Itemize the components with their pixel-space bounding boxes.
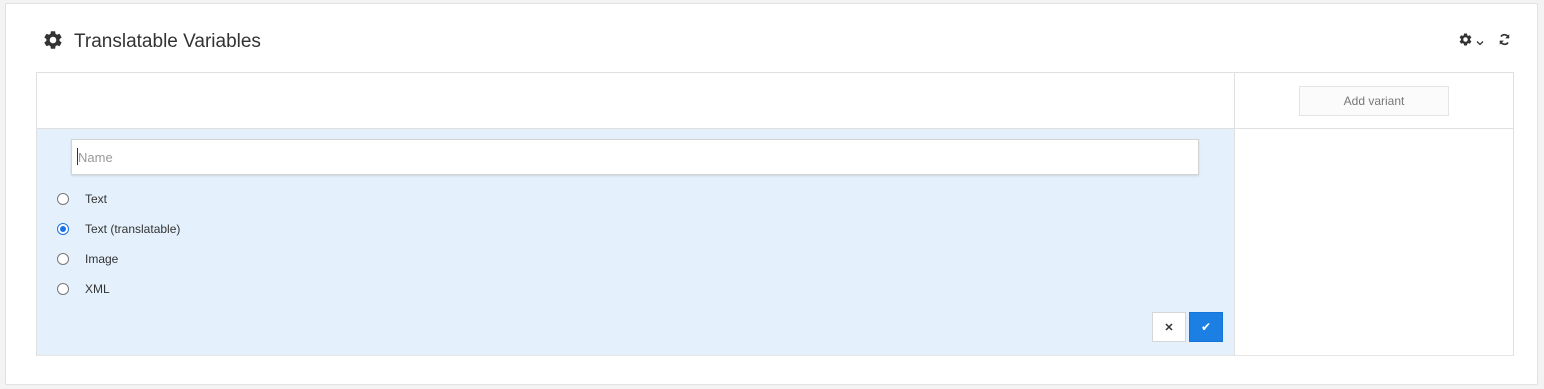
radio-option-text[interactable]: Text [57,189,107,209]
confirm-button[interactable]: ✔ [1189,312,1223,342]
refresh-button[interactable] [1498,33,1511,51]
radio-option-xml[interactable]: XML [57,279,110,299]
panel-title: Translatable Variables [74,31,261,52]
radio-label: Text [85,192,108,206]
radio-option-image[interactable]: Image [57,249,118,269]
cancel-button[interactable]: ✕ [1152,312,1186,342]
radio-button[interactable] [57,283,69,295]
name-input[interactable] [71,139,1199,175]
radio-label: XML [85,282,110,296]
translatable-variables-panel: Translatable Variables Add variant Name … [5,3,1538,385]
radio-button[interactable] [57,193,69,205]
check-icon: ✔ [1200,320,1212,334]
radio-button[interactable] [57,223,69,235]
variables-grid: Add variant Text Text (translatable) Ima… [36,72,1514,356]
chevron-down-icon [1476,33,1484,51]
grid-bottom-border [37,355,1513,356]
panel-tools [1458,32,1511,52]
grid-header-row [37,73,1513,129]
column-divider [1234,73,1235,355]
radio-label: Text (translatable) [85,222,181,236]
close-icon: ✕ [1164,321,1174,334]
text-cursor [77,148,78,165]
radio-label: Image [85,252,119,266]
add-variant-button[interactable]: Add variant [1299,86,1449,116]
gear-icon [1458,32,1473,52]
refresh-icon [1498,33,1511,51]
radio-option-text-translatable[interactable]: Text (translatable) [57,219,180,239]
panel-header: Translatable Variables [42,29,261,55]
radio-button[interactable] [57,253,69,265]
gear-icon [42,29,64,56]
settings-menu-button[interactable] [1458,32,1484,52]
new-variable-editor: Text Text (translatable) Image XML ✕ ✔ [37,129,1234,355]
